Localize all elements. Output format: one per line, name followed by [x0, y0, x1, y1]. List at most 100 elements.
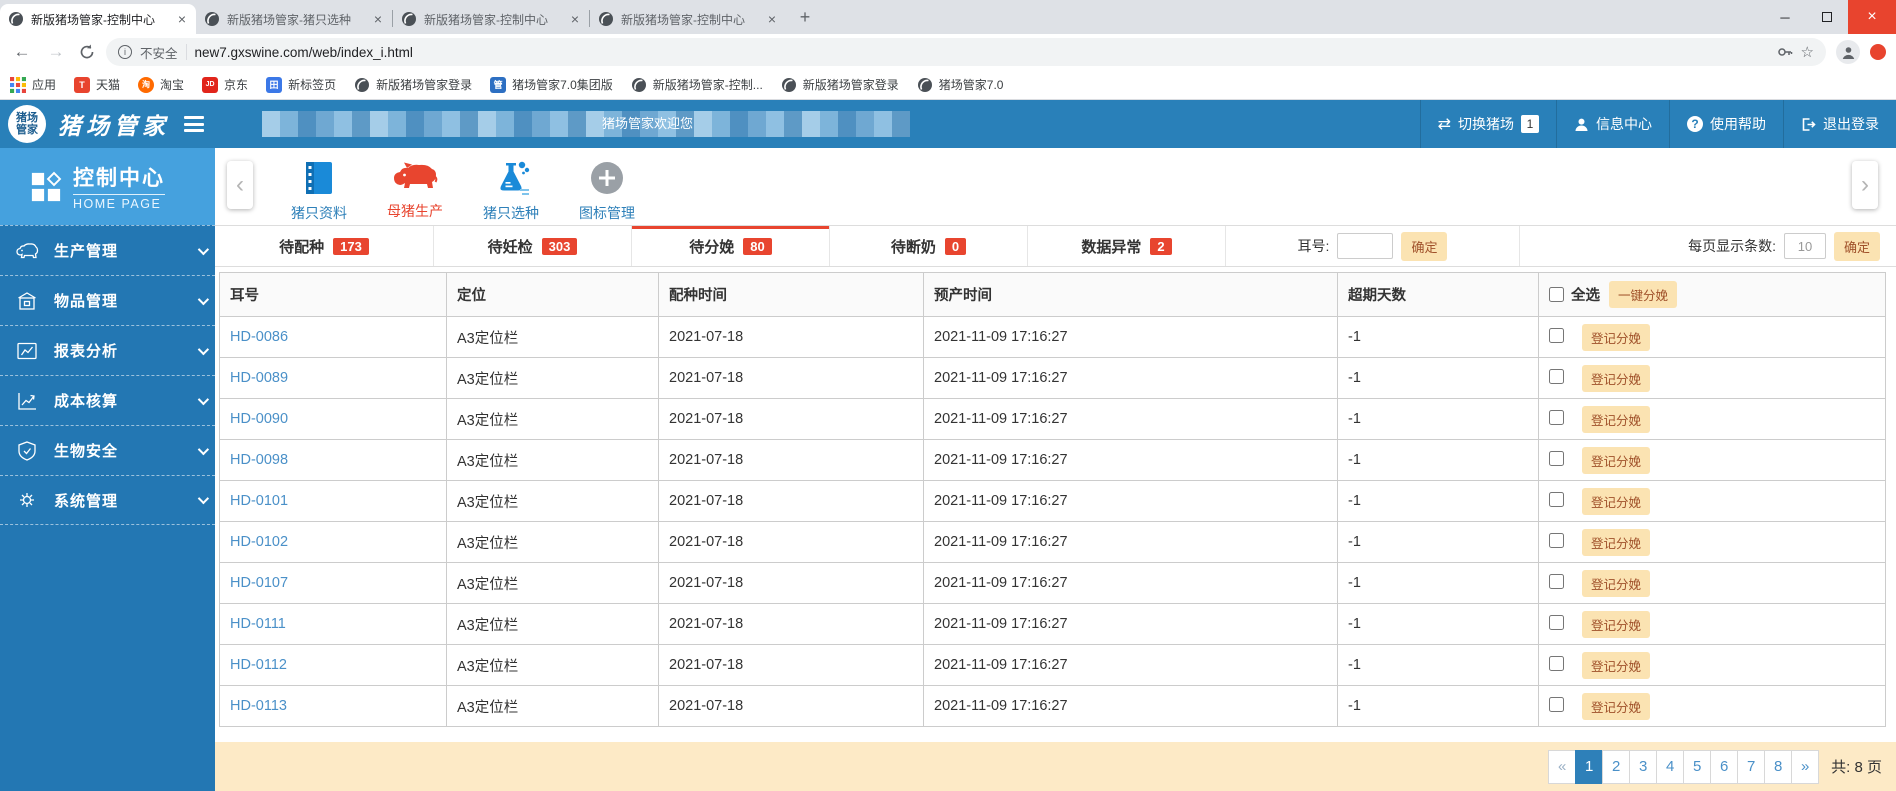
register-farrowing-button[interactable]: 登记分娩 — [1582, 446, 1651, 474]
ear-tag-link[interactable]: HD-0098 — [230, 452, 288, 468]
tab-awaiting-breeding[interactable]: 待配种 173 — [215, 226, 434, 266]
bookmark-login-2[interactable]: 新版猪场管家登录 — [781, 76, 899, 93]
bookmark-new-tab-page[interactable]: 田新标签页 — [266, 76, 336, 93]
carousel-next-button[interactable]: › — [1852, 161, 1878, 209]
sidebar-home-panel[interactable]: 控制中心 HOME PAGE — [0, 148, 215, 225]
page-size-confirm-button[interactable]: 确定 — [1833, 231, 1880, 261]
bookmark-tmall[interactable]: T 天猫 — [74, 76, 120, 93]
bookmark-v7[interactable]: 猪场管家7.0 — [917, 76, 1003, 93]
bookmark-taobao[interactable]: 淘淘宝 — [138, 76, 184, 93]
ear-tag-link[interactable]: HD-0113 — [230, 698, 287, 714]
browser-tab[interactable]: 新版猪场管家-控制中心 × — [0, 4, 196, 34]
toolbar-item-icon-management[interactable]: 图标管理 — [559, 148, 655, 225]
tab-close-icon[interactable]: × — [176, 11, 188, 27]
row-checkbox[interactable] — [1549, 327, 1564, 343]
page-size-input[interactable] — [1783, 233, 1826, 259]
tab-awaiting-farrowing[interactable]: 待分娩 80 — [632, 226, 830, 266]
help-button[interactable]: ? 使用帮助 — [1669, 100, 1783, 148]
tab-awaiting-weaning[interactable]: 待断奶 0 — [830, 226, 1028, 266]
bookmark-apps[interactable]: 应用 — [10, 76, 56, 93]
bookmark-login[interactable]: 新版猪场管家登录 — [354, 76, 472, 93]
reload-button[interactable] — [78, 43, 96, 61]
page-button[interactable]: 7 — [1737, 749, 1766, 784]
batch-farrowing-button[interactable]: 一键分娩 — [1609, 281, 1678, 308]
ear-tag-link[interactable]: HD-0107 — [230, 575, 288, 591]
row-checkbox[interactable] — [1549, 368, 1564, 384]
bookmark-group-edition[interactable]: 管猪场管家7.0集团版 — [490, 76, 613, 93]
ear-tag-link[interactable]: HD-0086 — [230, 329, 288, 345]
password-key-icon[interactable] — [1777, 44, 1793, 60]
toolbar-item-pig-selection[interactable]: 猪只选种 — [463, 148, 559, 225]
ear-tag-confirm-button[interactable]: 确定 — [1401, 231, 1448, 261]
sidebar-item-system[interactable]: 系统管理 — [0, 475, 215, 525]
toolbar-item-pig-records[interactable]: 猪只资料 — [271, 148, 367, 225]
profile-avatar[interactable] — [1836, 40, 1860, 64]
register-farrowing-button[interactable]: 登记分娩 — [1582, 528, 1651, 556]
maximize-button[interactable] — [1806, 0, 1848, 34]
row-checkbox[interactable] — [1549, 450, 1564, 466]
ear-tag-link[interactable]: HD-0090 — [230, 411, 288, 427]
page-button[interactable]: 4 — [1656, 749, 1685, 784]
sidebar-item-biosecurity[interactable]: 生物安全 — [0, 425, 215, 475]
tab-close-icon[interactable]: × — [372, 11, 384, 27]
row-checkbox[interactable] — [1549, 696, 1564, 712]
row-checkbox[interactable] — [1549, 573, 1564, 589]
toolbar-item-sow-production[interactable]: 母猪生产 — [367, 148, 463, 225]
ear-tag-input[interactable] — [1337, 233, 1394, 259]
register-farrowing-button[interactable]: 登记分娩 — [1582, 405, 1651, 433]
ear-tag-link[interactable]: HD-0089 — [230, 370, 288, 386]
message-center-button[interactable]: 信息中心 — [1556, 100, 1669, 148]
menu-toggle-icon[interactable] — [184, 116, 204, 132]
row-checkbox[interactable] — [1549, 655, 1564, 671]
tab-data-anomaly[interactable]: 数据异常 2 — [1028, 226, 1226, 266]
page-button[interactable]: 8 — [1764, 749, 1793, 784]
browser-menu-badge[interactable] — [1870, 44, 1886, 60]
bookmark-jd[interactable]: JD 京东 — [202, 76, 248, 93]
page-button[interactable]: 3 — [1629, 749, 1658, 784]
register-farrowing-button[interactable]: 登记分娩 — [1582, 610, 1651, 638]
register-farrowing-button[interactable]: 登记分娩 — [1582, 487, 1651, 515]
tab-close-icon[interactable]: × — [766, 11, 778, 27]
carousel-prev-button[interactable]: ‹ — [227, 161, 253, 209]
next-page-button[interactable]: » — [1791, 749, 1820, 784]
row-checkbox[interactable] — [1549, 491, 1564, 507]
register-farrowing-button[interactable]: 登记分娩 — [1582, 692, 1651, 720]
sidebar-item-cost[interactable]: 成本核算 — [0, 375, 215, 425]
switch-farm-button[interactable]: ⇄ 切换猪场 1 — [1419, 100, 1556, 148]
url-field[interactable]: i 不安全 new7.gxswine.com/web/index_i.html … — [106, 38, 1826, 66]
ear-tag-link[interactable]: HD-0112 — [230, 657, 287, 673]
register-farrowing-button[interactable]: 登记分娩 — [1582, 569, 1651, 597]
minimize-button[interactable]: ─ — [1764, 0, 1806, 34]
sidebar-item-goods[interactable]: 物品管理 — [0, 275, 215, 325]
sidebar-item-reports[interactable]: 报表分析 — [0, 325, 215, 375]
tab-close-icon[interactable]: × — [569, 11, 581, 27]
back-button[interactable]: ← — [10, 42, 34, 62]
bookmark-control-center[interactable]: 新版猪场管家-控制... — [631, 76, 763, 93]
browser-tab[interactable]: 新版猪场管家-控制中心 × — [393, 4, 589, 34]
sidebar-item-production[interactable]: 生产管理 — [0, 225, 215, 275]
page-button[interactable]: 5 — [1683, 749, 1712, 784]
bookmark-star-icon[interactable]: ☆ — [1801, 43, 1814, 61]
prev-page-button[interactable]: « — [1548, 749, 1577, 784]
browser-tab[interactable]: 新版猪场管家-控制中心 × — [590, 4, 786, 34]
ear-tag-link[interactable]: HD-0102 — [230, 534, 288, 550]
page-button[interactable]: 6 — [1710, 749, 1739, 784]
new-tab-button[interactable]: + — [792, 4, 818, 30]
forward-button[interactable]: → — [44, 42, 68, 62]
row-checkbox[interactable] — [1549, 532, 1564, 548]
ear-tag-link[interactable]: HD-0101 — [230, 493, 288, 509]
select-all-checkbox[interactable] — [1549, 287, 1564, 302]
register-farrowing-button[interactable]: 登记分娩 — [1582, 323, 1651, 351]
register-farrowing-button[interactable]: 登记分娩 — [1582, 651, 1651, 679]
browser-tab[interactable]: 新版猪场管家-猪只选种 × — [196, 4, 392, 34]
register-farrowing-button[interactable]: 登记分娩 — [1582, 364, 1651, 392]
logout-button[interactable]: 退出登录 — [1783, 100, 1896, 148]
row-checkbox[interactable] — [1549, 614, 1564, 630]
tab-awaiting-pregnancy-check[interactable]: 待妊检 303 — [434, 226, 632, 266]
info-icon[interactable]: i — [118, 45, 132, 59]
close-button[interactable]: × — [1848, 0, 1896, 34]
row-checkbox[interactable] — [1549, 409, 1564, 425]
ear-tag-link[interactable]: HD-0111 — [230, 616, 286, 632]
page-button[interactable]: 2 — [1602, 749, 1631, 784]
page-button[interactable]: 1 — [1575, 749, 1604, 784]
